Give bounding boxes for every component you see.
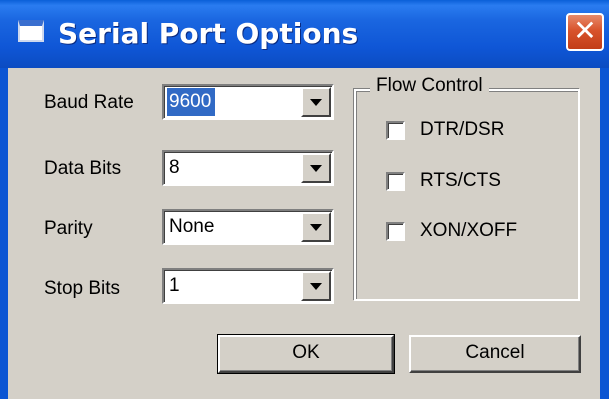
stop-bits-value: 1 <box>169 275 180 296</box>
stop-bits-select[interactable]: 1 <box>162 268 334 304</box>
rts-cts-label: RTS/CTS <box>420 170 501 191</box>
cancel-button[interactable]: Cancel <box>409 335 581 373</box>
data-bits-select[interactable]: 8 <box>162 150 334 186</box>
baud-rate-label: Baud Rate <box>44 92 134 113</box>
ok-button[interactable]: OK <box>217 334 395 374</box>
window-frame-right <box>600 68 609 399</box>
serial-port-options-dialog: Serial Port Options ✕ Baud Rate 9600 Dat… <box>0 0 609 399</box>
window-icon <box>18 20 44 42</box>
baud-rate-value: 9600 <box>167 88 216 116</box>
dtr-dsr-label: DTR/DSR <box>420 119 505 140</box>
parity-value: None <box>169 216 215 237</box>
dtr-dsr-checkbox[interactable] <box>386 121 405 140</box>
window-frame-left <box>0 68 8 399</box>
parity-label: Parity <box>44 218 93 239</box>
rts-cts-checkbox[interactable] <box>386 172 405 191</box>
title-bar[interactable]: Serial Port Options ✕ <box>0 0 609 68</box>
parity-select[interactable]: None <box>162 209 334 245</box>
stop-bits-label: Stop Bits <box>44 278 121 299</box>
chevron-down-icon[interactable] <box>301 87 331 117</box>
close-button[interactable]: ✕ <box>566 13 604 51</box>
xon-xoff-checkbox[interactable] <box>386 222 405 241</box>
data-bits-value: 8 <box>169 157 180 178</box>
flow-control-title: Flow Control <box>370 75 489 97</box>
xon-xoff-label: XON/XOFF <box>420 220 518 241</box>
chevron-down-icon[interactable] <box>301 271 331 301</box>
chevron-down-icon[interactable] <box>301 212 331 242</box>
baud-rate-select[interactable]: 9600 <box>162 84 334 120</box>
chevron-down-icon[interactable] <box>301 153 331 183</box>
data-bits-label: Data Bits <box>44 158 122 179</box>
window-title: Serial Port Options <box>58 17 359 50</box>
